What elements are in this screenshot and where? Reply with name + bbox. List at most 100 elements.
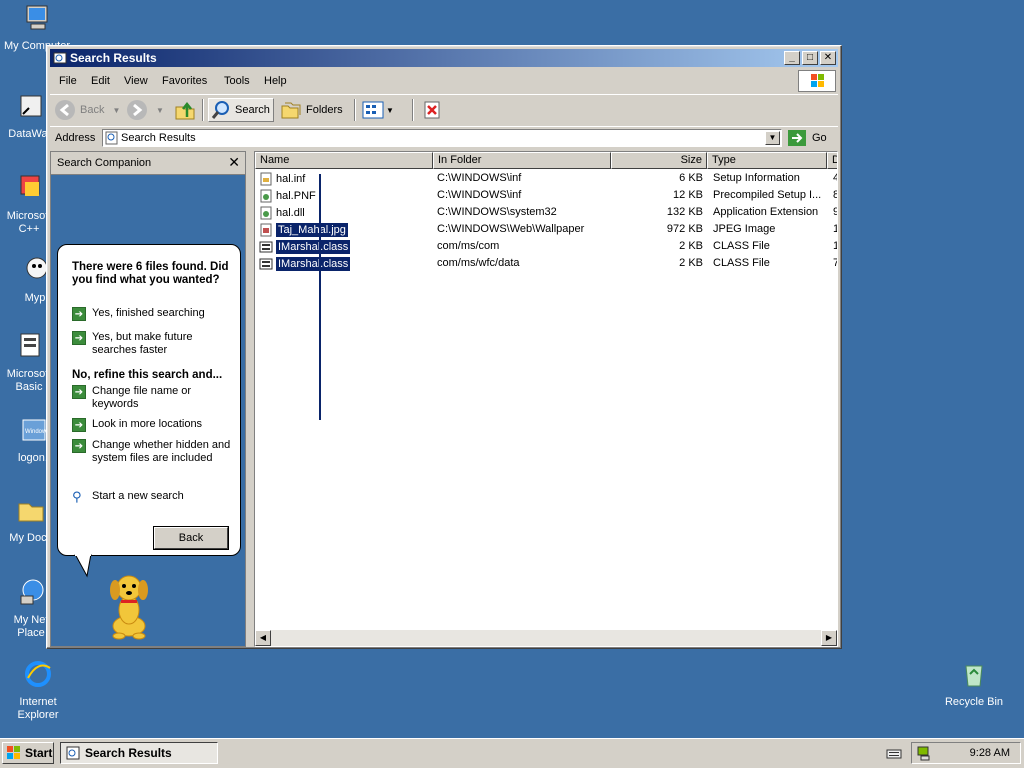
delete-toolbar-button[interactable] bbox=[422, 98, 442, 122]
taskbar-item-search-results[interactable]: Search Results bbox=[60, 742, 218, 764]
file-size: 132 KB bbox=[666, 206, 703, 218]
title-bar[interactable]: Search Results _ □ ✕ bbox=[50, 49, 838, 67]
table-row[interactable]: IMarshal.class com/ms/com 2 KB CLASS Fil… bbox=[255, 238, 837, 255]
table-row[interactable]: hal.PNF C:\WINDOWS\inf 12 KB Precompiled… bbox=[255, 187, 837, 204]
file-name: hal.inf bbox=[276, 172, 306, 185]
scroll-right-button[interactable]: ▶ bbox=[821, 630, 837, 646]
menu-tools[interactable]: Tools bbox=[224, 75, 250, 87]
views-toolbar-button[interactable]: ▼ bbox=[362, 98, 394, 122]
file-name-cell: hal.inf bbox=[259, 170, 305, 187]
horizontal-scrollbar[interactable]: ◀ ▶ bbox=[255, 630, 837, 646]
jpeg-file-icon bbox=[260, 223, 272, 236]
yes-finished-searching-link[interactable]: ➔ Yes, finished searching bbox=[72, 307, 232, 321]
go-button[interactable]: Go bbox=[788, 130, 827, 146]
dll-file-icon bbox=[260, 206, 272, 219]
table-row[interactable]: IMarshal.class com/ms/wfc/data 2 KB CLAS… bbox=[255, 255, 837, 272]
menu-help[interactable]: Help bbox=[264, 75, 287, 87]
file-date: 1 bbox=[833, 240, 837, 252]
column-header-size[interactable]: Size bbox=[611, 152, 707, 169]
network-status-icon[interactable] bbox=[916, 745, 932, 761]
folder-icon bbox=[18, 503, 44, 522]
file-type: CLASS File bbox=[713, 257, 770, 269]
close-icon: ✕ bbox=[823, 52, 833, 63]
search-dog-icon bbox=[110, 575, 148, 640]
table-row[interactable]: hal.inf C:\WINDOWS\inf 6 KB Setup Inform… bbox=[255, 170, 837, 187]
bubble-tail bbox=[74, 554, 92, 578]
file-name-cell: IMarshal.class bbox=[259, 255, 351, 272]
menu-view[interactable]: View bbox=[124, 75, 148, 87]
column-header-in-folder[interactable]: In Folder bbox=[433, 152, 611, 169]
menu-favorites[interactable]: Favorites bbox=[162, 75, 207, 87]
menu-edit[interactable]: Edit bbox=[91, 75, 110, 87]
forward-toolbar-button[interactable]: ▼ bbox=[126, 98, 164, 122]
change-file-name-link[interactable]: ➔ Change file name or keywords bbox=[72, 385, 232, 411]
magnifier-icon: ⚲ bbox=[72, 489, 82, 504]
desktop-icon-recycle-bin[interactable]: Recycle Bin bbox=[939, 658, 1009, 709]
start-button[interactable]: Start bbox=[2, 742, 54, 764]
hidden-system-files-link[interactable]: ➔ Change whether hidden and system files… bbox=[72, 439, 232, 465]
file-folder: C:\WINDOWS\system32 bbox=[437, 206, 557, 218]
up-folder-button[interactable] bbox=[174, 98, 196, 122]
start-label: Start bbox=[25, 746, 53, 760]
option-label: Look in more locations bbox=[92, 418, 203, 430]
menu-file[interactable]: File bbox=[59, 75, 77, 87]
search-results-icon bbox=[105, 131, 118, 145]
inf-file-icon bbox=[260, 172, 272, 185]
yes-faster-searches-link[interactable]: ➔ Yes, but make future searches faster bbox=[72, 331, 232, 357]
file-size: 2 KB bbox=[679, 240, 703, 252]
close-pane-icon[interactable]: ✕ bbox=[228, 154, 240, 171]
recycle-bin-icon bbox=[965, 665, 983, 687]
search-label: Search bbox=[235, 104, 270, 116]
search-window-icon bbox=[66, 746, 80, 760]
folders-toolbar-button[interactable]: Folders bbox=[280, 98, 343, 122]
scroll-left-button[interactable]: ◀ bbox=[255, 630, 271, 646]
table-row[interactable]: Taj_Mahal.jpg C:\WINDOWS\Web\Wallpaper 9… bbox=[255, 221, 837, 238]
column-header-date[interactable]: D bbox=[827, 152, 837, 169]
file-size: 6 KB bbox=[679, 172, 703, 184]
text-cursor-line bbox=[319, 174, 321, 420]
close-button[interactable]: ✕ bbox=[820, 51, 836, 65]
option-label: Start a new search bbox=[92, 490, 184, 502]
maximize-button[interactable]: □ bbox=[802, 51, 818, 65]
column-header-name[interactable]: Name bbox=[255, 152, 433, 169]
file-folder: com/ms/com bbox=[437, 240, 500, 252]
file-folder: C:\WINDOWS\inf bbox=[437, 189, 522, 201]
search-results-list: Name In Folder Size Type D hal.inf C:\WI… bbox=[254, 151, 838, 647]
my-computer-icon bbox=[26, 5, 48, 30]
new-search-link[interactable]: ⚲ Start a new search bbox=[72, 490, 232, 503]
search-toolbar-button[interactable]: Search bbox=[208, 98, 274, 122]
clock[interactable]: 9:28 AM bbox=[970, 747, 1010, 759]
address-bar: Address Search Results ▼ Go bbox=[50, 126, 838, 149]
desktop-icon-internet-explorer[interactable]: Internet Explorer bbox=[3, 658, 73, 722]
address-dropdown-button[interactable]: ▼ bbox=[765, 131, 780, 145]
file-name: IMarshal.class bbox=[276, 256, 351, 271]
search-icon bbox=[211, 101, 229, 119]
system-tray: 9:28 AM bbox=[886, 742, 1021, 764]
up-folder-icon bbox=[175, 101, 195, 120]
green-arrow-icon: ➔ bbox=[72, 439, 86, 453]
green-arrow-icon: ➔ bbox=[72, 418, 86, 432]
address-value: Search Results bbox=[121, 132, 196, 144]
toolbar-separator bbox=[202, 99, 204, 121]
shortcut-icon bbox=[20, 95, 42, 117]
search-companion-header: Search Companion ✕ bbox=[51, 152, 245, 175]
table-row[interactable]: hal.dll C:\WINDOWS\system32 132 KB Appli… bbox=[255, 204, 837, 221]
more-locations-link[interactable]: ➔ Look in more locations bbox=[72, 418, 232, 432]
companion-back-button[interactable]: Back bbox=[154, 527, 228, 549]
file-name-cell: IMarshal.class bbox=[259, 238, 351, 255]
address-label: Address bbox=[55, 132, 96, 144]
keyboard-icon[interactable] bbox=[886, 747, 902, 761]
class-file-icon bbox=[259, 258, 273, 269]
file-date: 8 bbox=[833, 189, 837, 201]
taskbar: Start Search Results 9:28 AM bbox=[0, 738, 1024, 768]
search-companion-pane: Search Companion ✕ There were 6 files fo… bbox=[50, 151, 246, 647]
file-type: Application Extension bbox=[713, 206, 819, 218]
search-companion-title: Search Companion bbox=[57, 157, 152, 169]
toolbar-separator bbox=[412, 99, 414, 121]
back-toolbar-button[interactable]: Back ▼ bbox=[54, 98, 120, 122]
search-window-icon bbox=[53, 52, 67, 64]
address-input[interactable]: Search Results ▼ bbox=[102, 129, 782, 147]
column-header-type[interactable]: Type bbox=[707, 152, 827, 169]
option-label: Yes, but make future searches faster bbox=[92, 331, 193, 356]
minimize-button[interactable]: _ bbox=[784, 51, 800, 65]
